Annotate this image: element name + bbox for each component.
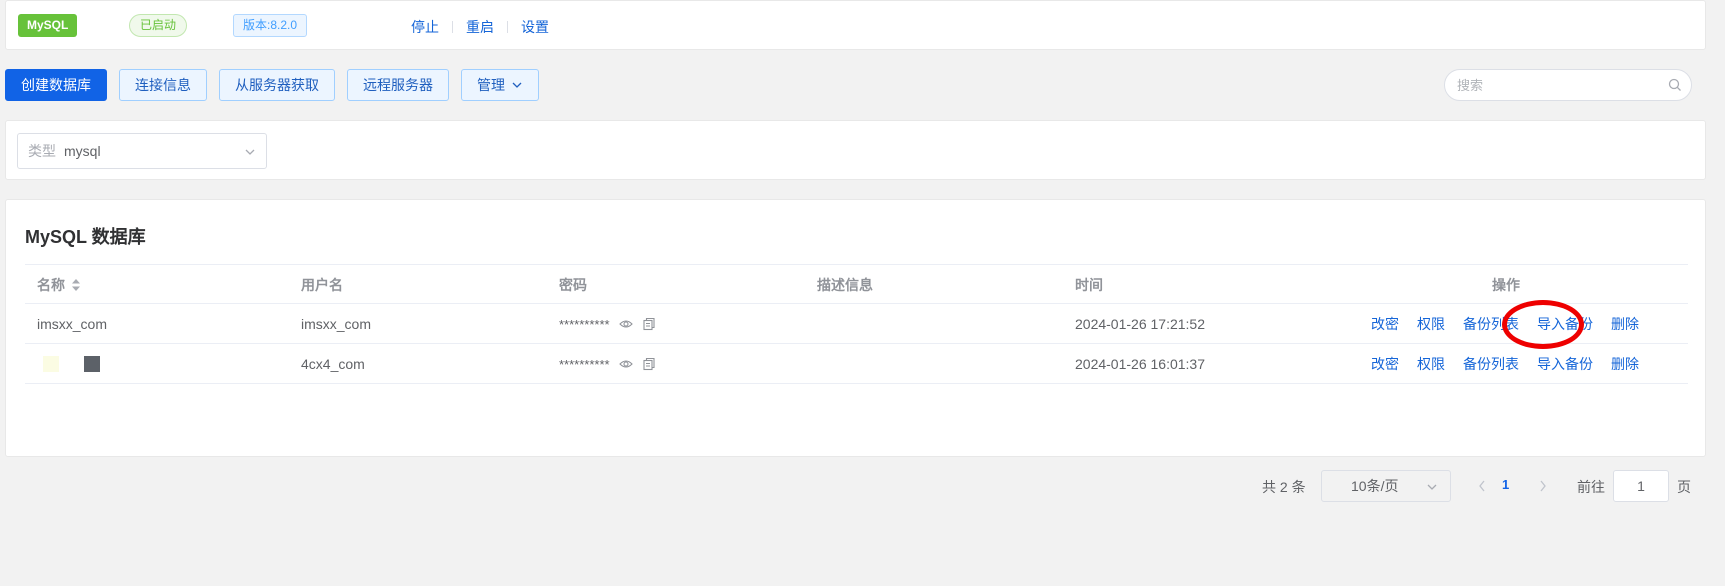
remote-server-button[interactable]: 远程服务器 [347,69,449,101]
search-input[interactable] [1445,70,1655,100]
change-password-link[interactable]: 改密 [1371,354,1399,374]
sort-icon[interactable] [71,278,81,292]
chevron-left-icon[interactable] [1477,479,1487,493]
change-password-link[interactable]: 改密 [1371,314,1399,334]
header-name-label: 名称 [37,277,65,293]
page-unit-label: 页 [1677,479,1691,495]
stop-link[interactable]: 停止 [411,17,439,37]
delete-link[interactable]: 删除 [1611,354,1639,374]
row-operations: 改密 权限 备份列表 导入备份 删除 [1371,344,1639,384]
header-time: 时间 [1075,277,1103,293]
create-database-button[interactable]: 创建数据库 [5,69,107,101]
manage-label: 管理 [477,77,505,93]
type-label: 类型 [28,143,56,159]
status-bar: MySQL 已启动 版本:8.2.0 停止 重启 设置 [5,0,1706,50]
settings-link[interactable]: 设置 [521,17,549,37]
permissions-link[interactable]: 权限 [1417,314,1445,334]
total-count: 共 2 条 [1262,479,1306,495]
header-password: 密码 [559,277,587,293]
import-backup-link[interactable]: 导入备份 [1537,314,1593,334]
current-page[interactable]: 1 [1502,477,1509,492]
db-username: imsxx_com [301,316,372,332]
pagination: 共 2 条 10条/页 1 前往 页 [25,470,1691,502]
table-row: 4cx4_com ********** 2024-01-26 16:01:37 … [25,344,1688,384]
delete-link[interactable]: 删除 [1611,314,1639,334]
type-select[interactable]: 类型 mysql [17,133,267,169]
password-mask: ********** [559,356,610,372]
header-operations: 操作 [1492,277,1520,293]
service-badge: MySQL [18,14,78,37]
db-username: 4cx4_com [301,356,365,372]
permissions-link[interactable]: 权限 [1417,354,1445,374]
database-table: 名称 用户名 密码 描述信息 时间 操作 imsxx_com imsxx_com… [25,264,1691,502]
backup-list-link[interactable]: 备份列表 [1463,314,1519,334]
db-time: 2024-01-26 17:21:52 [1075,316,1205,332]
backup-list-link[interactable]: 备份列表 [1463,354,1519,374]
search-icon[interactable] [1668,78,1682,92]
page-size-select[interactable]: 10条/页 [1321,470,1451,502]
goto-label: 前往 [1577,479,1605,495]
type-value: mysql [64,143,101,159]
eye-icon[interactable] [618,317,633,331]
divider [507,21,508,33]
chevron-down-icon [245,149,255,155]
import-backup-link[interactable]: 导入备份 [1537,354,1593,374]
manage-dropdown-button[interactable]: 管理 [461,69,539,101]
database-panel: MySQL 数据库 名称 用户名 密码 描述信息 时间 操作 imsxx_com… [5,199,1706,502]
chevron-right-icon[interactable] [1538,479,1548,493]
db-time: 2024-01-26 16:01:37 [1075,356,1205,372]
chevron-down-icon [512,82,522,88]
db-password: ********** [559,304,656,344]
password-mask: ********** [559,316,610,332]
service-actions: 停止 重启 设置 [411,17,549,37]
db-name [37,344,100,384]
divider [452,21,453,33]
search-box[interactable] [1444,69,1692,101]
db-password: ********** [559,344,656,384]
redacted-block [43,356,59,372]
chevron-down-icon [1427,484,1437,490]
goto-page-input[interactable] [1613,470,1669,502]
copy-icon[interactable] [642,357,656,371]
eye-icon[interactable] [618,357,633,371]
header-description: 描述信息 [817,277,873,293]
page-title: MySQL 数据库 [25,227,146,247]
header-name[interactable]: 名称 [37,265,81,305]
header-username: 用户名 [301,277,343,293]
fetch-from-server-button[interactable]: 从服务器获取 [219,69,335,101]
restart-link[interactable]: 重启 [466,17,494,37]
version-badge: 版本:8.2.0 [233,14,308,37]
table-header: 名称 用户名 密码 描述信息 时间 操作 [25,264,1688,304]
table-row: imsxx_com imsxx_com ********** 2024-01-2… [25,304,1688,344]
connection-info-button[interactable]: 连接信息 [119,69,207,101]
copy-icon[interactable] [642,317,656,331]
filter-panel: 类型 mysql [5,120,1706,180]
toolbar: 创建数据库 连接信息 从服务器获取 远程服务器 管理 [5,69,551,101]
row-operations: 改密 权限 备份列表 导入备份 删除 [1371,304,1639,344]
page-size-value: 10条/页 [1351,478,1399,494]
db-name: imsxx_com [37,316,108,332]
status-badge: 已启动 [129,14,188,37]
redacted-block [84,356,100,372]
